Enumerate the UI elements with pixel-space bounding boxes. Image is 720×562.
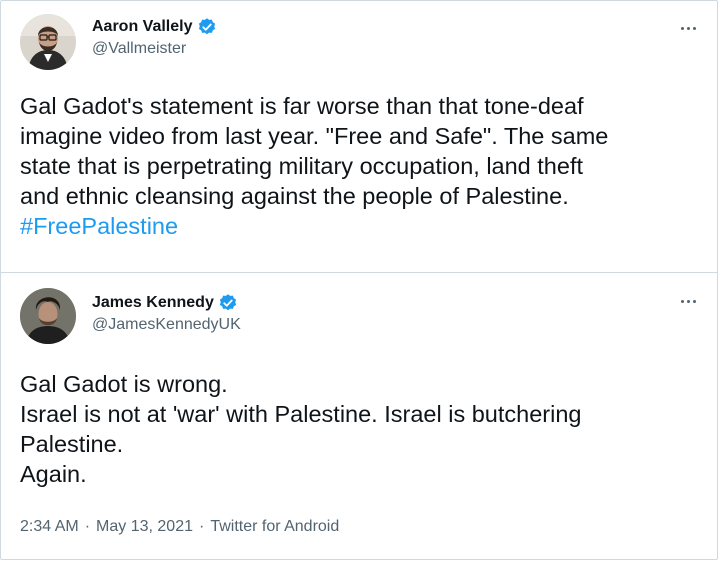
tweet-james-kennedy[interactable]: James Kennedy @JamesKennedyUK Gal Gadot …	[0, 273, 718, 560]
separator: ·	[198, 518, 205, 535]
tweet-metadata: 2:34 AM · May 13, 2021 · Twitter for Android	[20, 518, 339, 536]
user-names: James Kennedy @JamesKennedyUK	[92, 292, 241, 334]
tweet-source[interactable]: Twitter for Android	[210, 518, 339, 535]
verified-badge-icon	[218, 293, 238, 313]
tweet-text: Gal Gadot is wrong. Israel is not at 'wa…	[20, 371, 582, 487]
tweet-date[interactable]: May 13, 2021	[96, 518, 193, 535]
avatar[interactable]	[20, 14, 76, 70]
user-names: Aaron Vallely @Vallmeister	[92, 16, 217, 58]
display-name[interactable]: James Kennedy	[92, 294, 214, 312]
hashtag-link[interactable]: #FreePalestine	[20, 211, 710, 241]
tweet-time[interactable]: 2:34 AM	[20, 518, 79, 535]
tweet-text: Gal Gadot's statement is far worse than …	[20, 91, 710, 241]
user-handle[interactable]: @Vallmeister	[92, 40, 217, 58]
user-handle[interactable]: @JamesKennedyUK	[92, 316, 241, 334]
separator: ·	[84, 518, 91, 535]
avatar[interactable]	[20, 288, 76, 344]
verified-badge-icon	[197, 17, 217, 37]
more-options-icon[interactable]	[678, 291, 698, 311]
tweet-body: Gal Gadot's statement is far worse than …	[20, 93, 609, 209]
display-name[interactable]: Aaron Vallely	[92, 18, 193, 36]
more-options-icon[interactable]	[678, 18, 698, 38]
tweet-aaron-vallely[interactable]: Aaron Vallely @Vallmeister Gal Gadot's s…	[0, 0, 718, 273]
